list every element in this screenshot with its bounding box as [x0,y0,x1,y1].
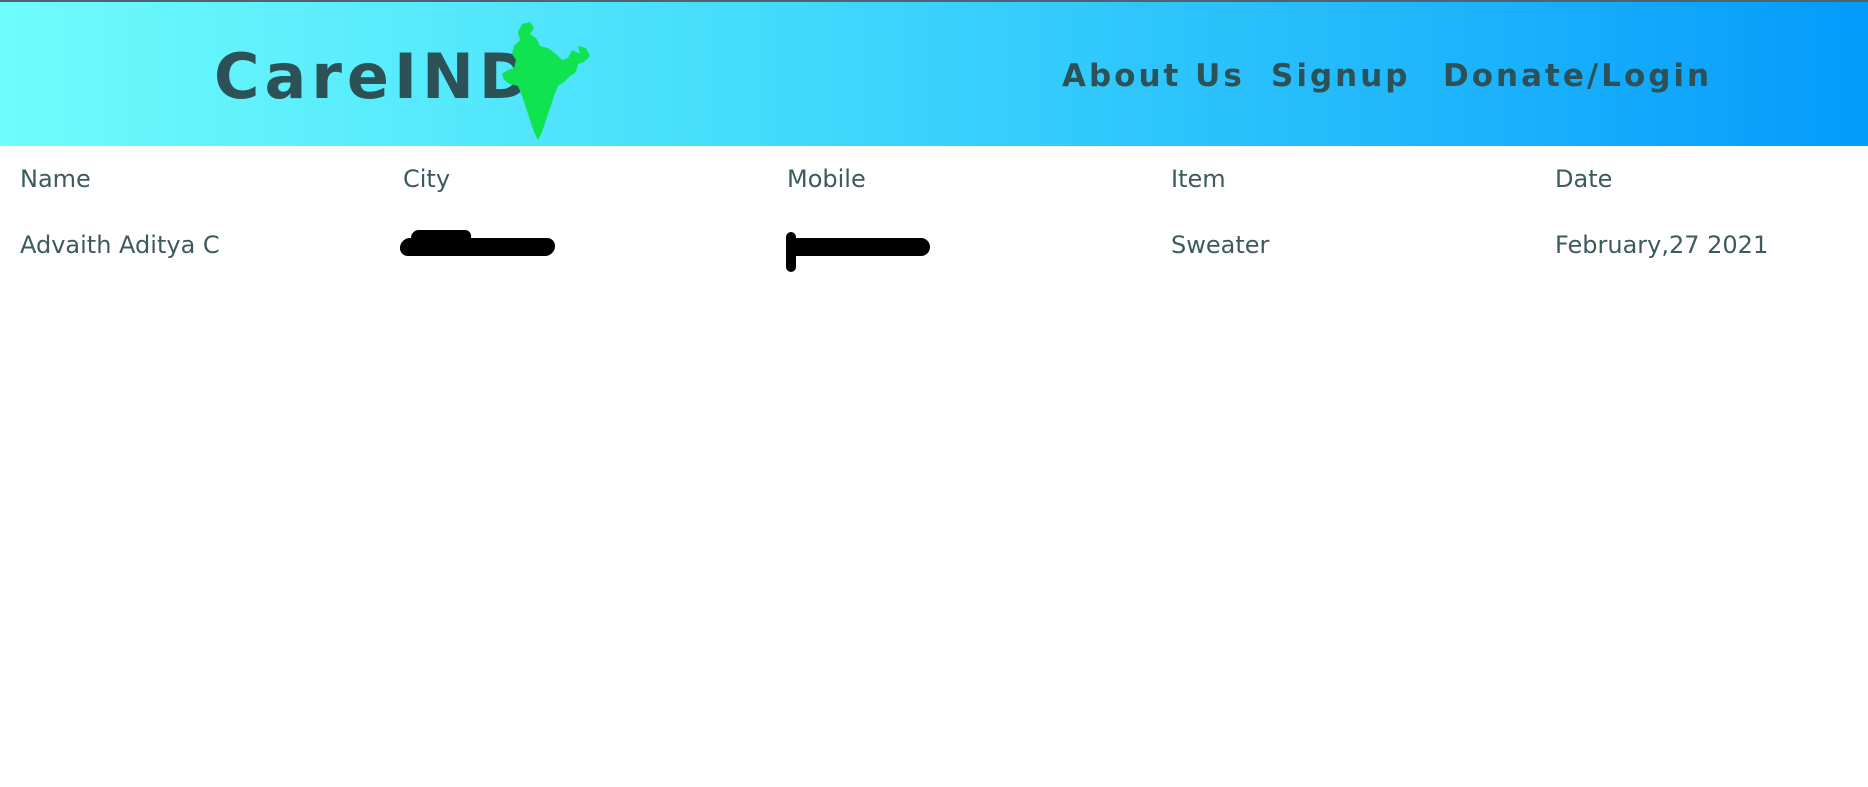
nav-donate-login-link[interactable]: Donate/Login [1443,58,1712,94]
india-map-icon [502,22,590,140]
donations-table: Name City Mobile Item Date Advaith Adity… [0,146,1868,280]
nav-about-us-link[interactable]: About Us [1062,58,1245,94]
city-redaction-mark [399,238,556,256]
cell-item: Sweater [1171,231,1270,259]
mobile-redaction-mark [786,232,930,272]
column-header-mobile: Mobile [787,165,866,193]
nav-signup-link[interactable]: Signup [1271,58,1410,94]
cell-date: February,27 2021 [1555,231,1769,259]
column-header-city: City [403,165,451,193]
column-header-name: Name [20,165,91,193]
cell-name: Advaith Aditya C [20,231,220,259]
table-header-row: Name City Mobile Item Date [0,146,1868,212]
column-header-date: Date [1555,165,1613,193]
column-header-item: Item [1171,165,1226,193]
top-navbar: CareIND About Us Signup Donate/Login [0,0,1868,146]
table-row: Advaith Aditya C Sweater February,27 202… [0,212,1868,280]
brand-logo-text[interactable]: CareIND [214,40,535,114]
